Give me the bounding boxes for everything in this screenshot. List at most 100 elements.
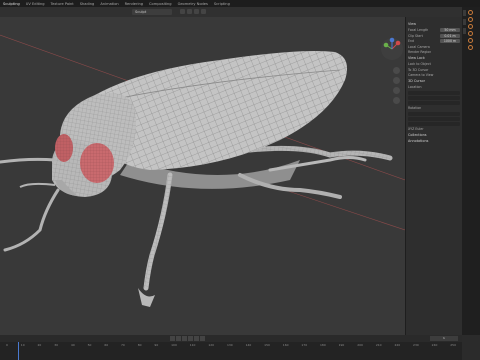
view-nav-buttons (393, 67, 400, 104)
tool-icon[interactable] (180, 9, 185, 14)
antenna (3, 188, 60, 252)
tab-animation[interactable]: Animation (100, 2, 118, 6)
step-forward-icon[interactable] (194, 336, 199, 341)
tool-icon[interactable] (187, 9, 192, 14)
jump-end-icon[interactable] (200, 336, 205, 341)
tab-texture-paint[interactable]: Texture Paint (51, 2, 74, 6)
properties-icons (468, 10, 473, 50)
timeline-tick-label: 50 (87, 343, 92, 347)
lock-object-label: Lock to Object (408, 62, 431, 66)
playhead[interactable] (18, 342, 19, 360)
view-section-header[interactable]: View (408, 22, 460, 26)
timeline-tick-label: 70 (121, 343, 125, 347)
sidebar-tab[interactable] (463, 10, 466, 16)
timeline-tick-label: 20 (37, 343, 42, 347)
clip-start-label: Clip Start (408, 33, 423, 38)
camera-icon[interactable] (393, 87, 400, 94)
mode-selector[interactable]: Sculpt (132, 9, 172, 15)
zoom-icon[interactable] (393, 67, 400, 74)
timeline-tick-label: 160 (282, 343, 289, 347)
clip-start-field[interactable]: 0.01 m (440, 33, 460, 38)
collections-header[interactable]: Collections (408, 133, 460, 137)
y-axis-icon (383, 42, 389, 48)
render-region-row[interactable]: Render Region (408, 50, 460, 54)
current-frame-field[interactable]: 1 (430, 336, 458, 341)
tool-properties-icon[interactable] (468, 10, 473, 15)
timeline-tick-label: 110 (189, 343, 196, 347)
clip-start-row: Clip Start 0.01 m (408, 33, 460, 38)
output-properties-icon[interactable] (468, 24, 473, 29)
lock-cursor-row[interactable]: To 3D Cursor (408, 68, 460, 72)
timeline-ruler: 0 10 20 30 40 50 60 70 80 90 100 110 120 130 140 150 160… (0, 343, 462, 353)
timeline-tick-label: 230 (413, 343, 419, 347)
location-label: Location (408, 85, 422, 89)
timeline-tick-label: 90 (154, 343, 159, 347)
rotation-label: Rotation (408, 106, 422, 110)
x-axis-line (269, 184, 405, 231)
timeline-tick-label: 200 (357, 343, 363, 347)
pan-icon[interactable] (393, 77, 400, 84)
timeline-tick-label: 240 (431, 343, 438, 347)
rotation-mode-value: XYZ Euler (408, 127, 424, 131)
clip-end-label: End (408, 39, 415, 43)
annotations-header[interactable]: Annotations (408, 139, 460, 143)
workspace-tabs: Sculpting UV Editing Texture Paint Shadi… (0, 0, 480, 7)
location-x-field[interactable] (408, 90, 460, 95)
rotation-y-field[interactable] (408, 116, 460, 121)
location-y-field[interactable] (408, 95, 460, 100)
location-row: Location (408, 85, 460, 89)
3d-viewport[interactable] (0, 17, 405, 335)
rotation-z-field[interactable] (408, 121, 460, 126)
sidebar-tab[interactable] (463, 19, 466, 25)
timeline-tick-label: 220 (394, 343, 401, 347)
grid-icon[interactable] (393, 97, 400, 104)
lock-camera-row[interactable]: Camera to View (408, 73, 460, 77)
lock-object-row[interactable]: Lock to Object (408, 62, 460, 66)
view-lock-header[interactable]: View Lock (408, 56, 460, 60)
focal-length-row: Focal Length 50 mm (408, 28, 460, 32)
z-axis-icon (389, 37, 395, 43)
tab-geometry-nodes[interactable]: Geometry Nodes (178, 2, 208, 6)
lock-camera-label: Camera to View (408, 73, 434, 77)
focal-length-field[interactable]: 50 mm (440, 28, 460, 32)
timeline[interactable]: 1 0 10 20 30 40 50 60 70 80 90 100 110 120 130 140 150 1… (0, 335, 462, 360)
object-properties-icon[interactable] (468, 45, 473, 50)
tab-compositing[interactable]: Compositing (149, 2, 172, 6)
jump-start-icon[interactable] (170, 336, 175, 341)
timeline-tick-label: 40 (70, 343, 75, 347)
timeline-tick-label: 80 (137, 343, 142, 347)
timeline-tick-label: 180 (320, 343, 326, 347)
tab-uv-editing[interactable]: UV Editing (26, 2, 45, 6)
timeline-tick-label: 60 (104, 343, 109, 347)
tool-icon[interactable] (201, 9, 206, 14)
mid-leg-right (268, 156, 367, 172)
tab-shading[interactable]: Shading (80, 2, 95, 6)
lock-cursor-label: To 3D Cursor (408, 67, 429, 72)
timeline-tick-label: 170 (301, 343, 308, 347)
cursor-section-header[interactable]: 3D Cursor (408, 79, 460, 83)
play-reverse-icon[interactable] (182, 336, 187, 341)
x-axis-icon (395, 40, 401, 46)
palp (19, 182, 56, 188)
world-properties-icon[interactable] (468, 38, 473, 43)
play-icon[interactable] (188, 336, 193, 341)
rotation-x-field[interactable] (408, 111, 460, 116)
tab-sculpting[interactable]: Sculpting (3, 2, 20, 6)
antenna (0, 157, 57, 164)
sidebar-n-panel: View Focal Length 50 mm Clip Start 0.01 … (405, 17, 462, 335)
tab-rendering[interactable]: Rendering (125, 2, 143, 6)
focal-length-label: Focal Length (408, 28, 429, 32)
location-z-field[interactable] (408, 100, 460, 105)
step-back-icon[interactable] (176, 336, 181, 341)
sidebar-tab[interactable] (463, 28, 466, 34)
render-properties-icon[interactable] (468, 17, 473, 22)
tool-icon[interactable] (194, 9, 199, 14)
local-camera-row[interactable]: Local Camera (408, 45, 460, 49)
render-region-label: Render Region (408, 50, 432, 54)
timeline-tick-label: 10 (20, 343, 25, 347)
navigation-gizmo[interactable] (380, 37, 404, 61)
tab-scripting[interactable]: Scripting (214, 2, 230, 6)
scene-properties-icon[interactable] (468, 31, 473, 36)
rotation-mode-row[interactable]: XYZ Euler (408, 127, 460, 131)
clip-end-field[interactable]: 1000 m (440, 39, 460, 43)
